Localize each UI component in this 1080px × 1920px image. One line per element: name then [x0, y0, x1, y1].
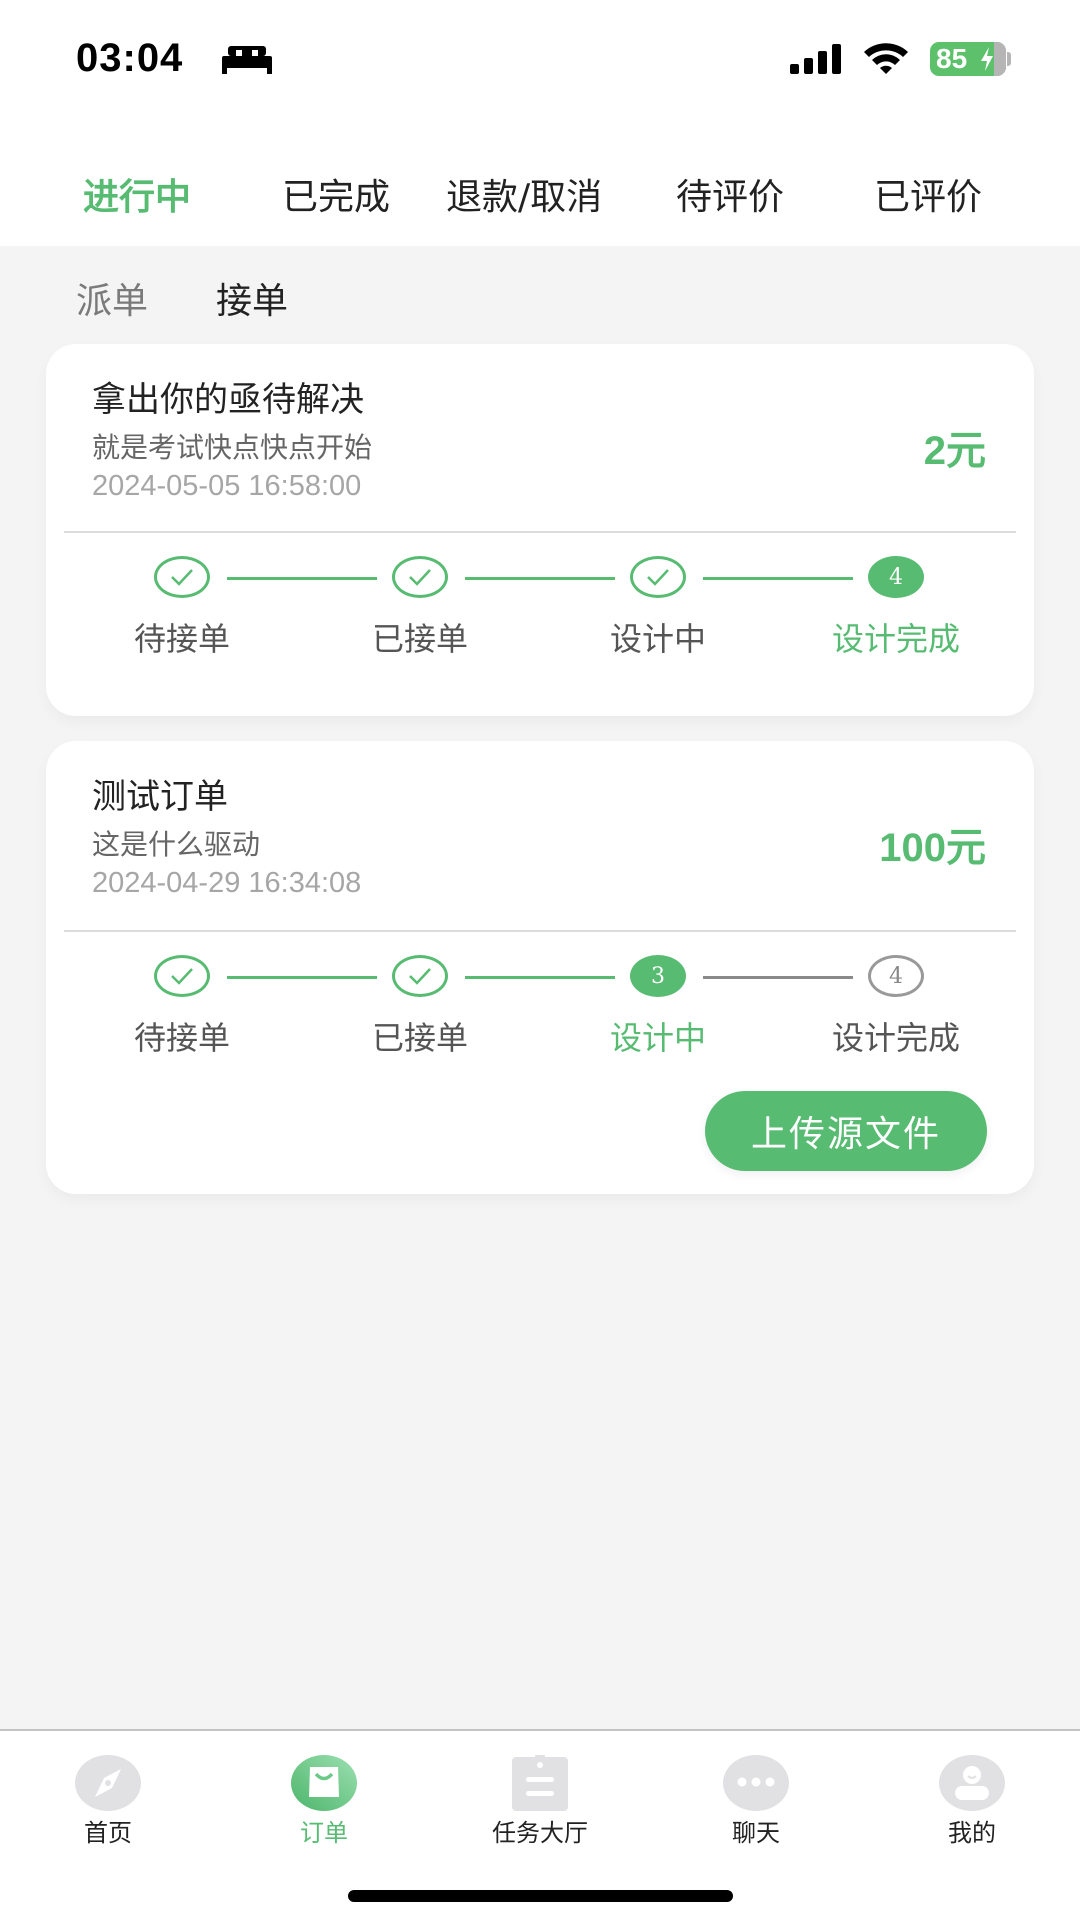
- nav-item-profile[interactable]: 我的: [882, 1743, 1062, 1847]
- tab-pending-review[interactable]: 待评价: [676, 168, 784, 220]
- battery-icon: 85: [930, 42, 1006, 76]
- user-icon: [939, 1755, 1005, 1811]
- progress-step: 4 设计完成: [796, 552, 996, 662]
- step-label: 设计中: [609, 620, 706, 658]
- nav-item-chat[interactable]: 聊天: [666, 1743, 846, 1847]
- step-label: 已接单: [371, 1019, 468, 1057]
- check-icon: [154, 556, 210, 598]
- nav-item-home[interactable]: 首页: [18, 1743, 198, 1847]
- subtab-accept[interactable]: 接单: [216, 272, 288, 324]
- step-label: 待接单: [133, 1019, 230, 1057]
- nav-label: 首页: [84, 1819, 132, 1847]
- progress-step: 4 设计完成: [796, 951, 996, 1061]
- bed-icon: [222, 46, 272, 74]
- step-label: 设计完成: [831, 620, 960, 658]
- battery-tip: [1007, 52, 1011, 66]
- step-number-badge: 3: [630, 955, 686, 997]
- check-icon: [392, 955, 448, 997]
- subtab-dispatch[interactable]: 派单: [76, 272, 148, 324]
- chat-bubble-icon: [723, 1755, 789, 1811]
- step-number-badge: 4: [868, 556, 924, 598]
- order-status-tabs: 进行中 已完成 退款/取消 待评价 已评价: [0, 120, 1080, 246]
- check-icon: [392, 556, 448, 598]
- tab-reviewed[interactable]: 已评价: [874, 168, 982, 220]
- order-card[interactable]: 测试订单 这是什么驱动 2024-04-29 16:34:08 100元 待接单…: [46, 741, 1034, 1194]
- nav-label: 任务大厅: [492, 1819, 588, 1847]
- nav-item-task-hall[interactable]: 任务大厅: [450, 1743, 630, 1847]
- tab-refund-cancel[interactable]: 退款/取消: [446, 168, 602, 220]
- step-label: 已接单: [371, 620, 468, 658]
- order-price: 2元: [923, 429, 986, 473]
- order-description: 这是什么驱动: [92, 828, 261, 861]
- nav-item-orders[interactable]: 订单: [234, 1743, 414, 1847]
- order-price: 100元: [879, 826, 986, 870]
- order-card[interactable]: 拿出你的亟待解决 就是考试快点快点开始 2024-05-05 16:58:00 …: [46, 344, 1034, 716]
- compass-icon: [75, 1755, 141, 1811]
- step-label: 设计中: [609, 1019, 706, 1057]
- tab-in-progress[interactable]: 进行中: [83, 168, 191, 220]
- tab-completed[interactable]: 已完成: [282, 168, 390, 220]
- cellular-signal-icon: [790, 44, 841, 74]
- step-number-badge: 4: [868, 955, 924, 997]
- card-divider: [64, 930, 1016, 932]
- battery-percent: 85: [936, 43, 968, 74]
- home-indicator[interactable]: [348, 1890, 733, 1902]
- status-bar: 03:04 85: [0, 0, 1080, 120]
- order-title: 测试订单: [92, 777, 228, 817]
- progress-step: 已接单: [320, 552, 520, 662]
- progress-step: 设计中: [558, 552, 758, 662]
- upload-source-file-button[interactable]: 上传源文件: [705, 1091, 987, 1171]
- progress-step: 3 设计中: [558, 951, 758, 1061]
- wifi-icon: [864, 43, 908, 74]
- order-description: 就是考试快点快点开始: [92, 431, 373, 464]
- card-divider: [64, 531, 1016, 533]
- check-icon: [154, 955, 210, 997]
- shopping-bag-icon: [291, 1755, 357, 1811]
- progress-step: 已接单: [320, 951, 520, 1061]
- status-time: 03:04: [76, 36, 184, 80]
- charging-bolt-icon: [981, 47, 993, 71]
- progress-step: 待接单: [82, 552, 282, 662]
- order-title: 拿出你的亟待解决: [92, 380, 364, 420]
- progress-step: 待接单: [82, 951, 282, 1061]
- order-date: 2024-04-29 16:34:08: [92, 867, 362, 899]
- order-date: 2024-05-05 16:58:00: [92, 470, 362, 502]
- check-icon: [630, 556, 686, 598]
- clipboard-icon: [512, 1755, 568, 1811]
- nav-label: 我的: [948, 1819, 996, 1847]
- step-label: 设计完成: [831, 1019, 960, 1057]
- nav-label: 订单: [300, 1819, 348, 1847]
- nav-label: 聊天: [732, 1819, 780, 1847]
- step-label: 待接单: [133, 620, 230, 658]
